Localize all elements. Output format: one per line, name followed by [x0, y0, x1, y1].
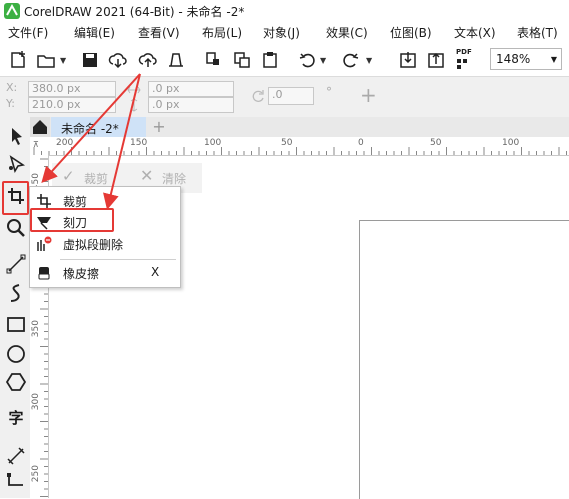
width-arrow-icon — [127, 86, 141, 94]
chevron-down-icon: ▼ — [550, 55, 557, 64]
degree-symbol: ° — [326, 85, 332, 99]
virtual-segment-delete-icon — [37, 236, 52, 251]
rectangle-tool-icon[interactable] — [5, 313, 27, 335]
y-label: Y: — [6, 97, 15, 110]
menu-layout[interactable]: 布局(L) — [202, 24, 242, 41]
x-label: X: — [6, 81, 18, 94]
close-icon: ✕ — [140, 166, 154, 185]
menu-edit[interactable]: 编辑(E) — [74, 24, 115, 41]
open-folder-icon[interactable] — [36, 50, 56, 70]
flyout-item-shortcut: X — [151, 265, 160, 279]
menu-file[interactable]: 文件(F) — [8, 24, 48, 41]
crop-apply-button[interactable]: 裁剪 — [84, 170, 108, 187]
x-position-field[interactable]: 380.0 px — [28, 81, 116, 97]
pdf-label: PDF — [456, 48, 472, 56]
y-position-field[interactable]: 210.0 px — [28, 97, 116, 113]
shape-tool-icon[interactable] — [5, 153, 27, 175]
tab-document[interactable]: 未命名 -2* — [51, 117, 146, 137]
title-bar: CorelDRAW 2021 (64-Bit) - 未命名 -2* — [0, 0, 569, 22]
flyout-divider — [60, 259, 176, 260]
zoom-value: 148% — [496, 52, 531, 66]
redo-dropdown-caret[interactable]: ▼ — [366, 56, 372, 65]
property-bar: X: Y: 380.0 px 210.0 px .0 px .0 px .0 °… — [0, 77, 569, 118]
parallel-dimension-tool-icon[interactable] — [5, 445, 27, 467]
flyout-item-label: 虚拟段删除 — [63, 238, 124, 252]
toolbox: 字 — [0, 117, 31, 498]
add-preset-button[interactable]: + — [360, 83, 377, 107]
flyout-item-eraser[interactable]: 橡皮擦 X — [31, 262, 179, 284]
window-title: CorelDRAW 2021 (64-Bit) - 未命名 -2* — [24, 5, 245, 19]
check-icon: ✓ — [62, 167, 75, 185]
zoom-level-select[interactable]: 148% ▼ — [490, 48, 562, 70]
connector-tool-icon[interactable] — [5, 471, 27, 493]
freehand-tool-icon[interactable] — [5, 253, 27, 275]
page-border[interactable] — [359, 220, 569, 499]
crop-tool-highlight — [2, 181, 29, 215]
publish-pdf-icon[interactable] — [456, 58, 468, 70]
print-icon[interactable] — [166, 50, 186, 70]
save-icon[interactable] — [80, 50, 100, 70]
crop-tool-icon — [37, 194, 51, 208]
ellipse-tool-icon[interactable] — [5, 343, 27, 365]
eraser-tool-icon — [38, 267, 50, 280]
h-ruler-ticks — [33, 147, 567, 155]
artistic-media-tool-icon[interactable] — [5, 283, 27, 305]
import-icon[interactable] — [398, 50, 418, 70]
pick-tool-icon[interactable] — [5, 125, 27, 147]
height-arrow-icon — [130, 98, 138, 112]
undo-dropdown-caret[interactable]: ▼ — [320, 56, 326, 65]
paste-icon[interactable] — [260, 50, 280, 70]
height-field[interactable]: .0 px — [148, 97, 234, 113]
cloud-upload-icon[interactable] — [138, 50, 158, 70]
menu-table[interactable]: 表格(T) — [517, 24, 558, 41]
new-document-icon[interactable] — [8, 50, 28, 70]
menu-bar: 文件(F) 编辑(E) 查看(V) 布局(L) 对象(J) 效果(C) 位图(B… — [0, 22, 569, 42]
flyout-item-virtual-segment-delete[interactable]: 虚拟段删除 — [31, 233, 179, 255]
menu-object[interactable]: 对象(J) — [263, 24, 300, 41]
add-tab-button[interactable]: + — [150, 117, 168, 137]
coreldraw-logo-icon — [4, 3, 20, 19]
crop-tools-flyout: 裁剪 刻刀 虚拟段删除 橡皮擦 X — [29, 186, 181, 288]
rotation-angle-field[interactable]: .0 — [268, 87, 314, 105]
menu-text[interactable]: 文本(X) — [454, 24, 496, 41]
rotate-icon — [252, 90, 264, 102]
open-dropdown-caret[interactable]: ▼ — [60, 56, 66, 65]
standard-toolbar: ▼ ▼ ▼ PDF 148% ▼ — [0, 42, 569, 77]
home-icon[interactable] — [30, 117, 50, 137]
redo-icon[interactable] — [340, 50, 360, 70]
tab-document-label: 未命名 -2* — [61, 122, 119, 136]
horizontal-ruler: 200 150 100 50 0 50 100 — [30, 137, 569, 156]
cut-icon[interactable] — [204, 50, 224, 70]
crop-clear-button[interactable]: 清除 — [162, 170, 186, 187]
knife-item-highlight — [30, 208, 114, 232]
flyout-item-label: 橡皮擦 — [63, 267, 100, 281]
width-field[interactable]: .0 px — [148, 81, 234, 97]
export-icon[interactable] — [426, 50, 446, 70]
text-tool-icon[interactable]: 字 — [5, 407, 27, 429]
menu-effects[interactable]: 效果(C) — [326, 24, 368, 41]
ruler-origin-icon[interactable]: ⊼ — [33, 140, 39, 149]
menu-bitmaps[interactable]: 位图(B) — [390, 24, 432, 41]
undo-icon[interactable] — [298, 50, 318, 70]
zoom-tool-icon[interactable] — [5, 217, 27, 239]
copy-icon[interactable] — [232, 50, 252, 70]
polygon-tool-icon[interactable] — [5, 371, 27, 393]
cloud-download-icon[interactable] — [108, 50, 128, 70]
menu-view[interactable]: 查看(V) — [138, 24, 180, 41]
